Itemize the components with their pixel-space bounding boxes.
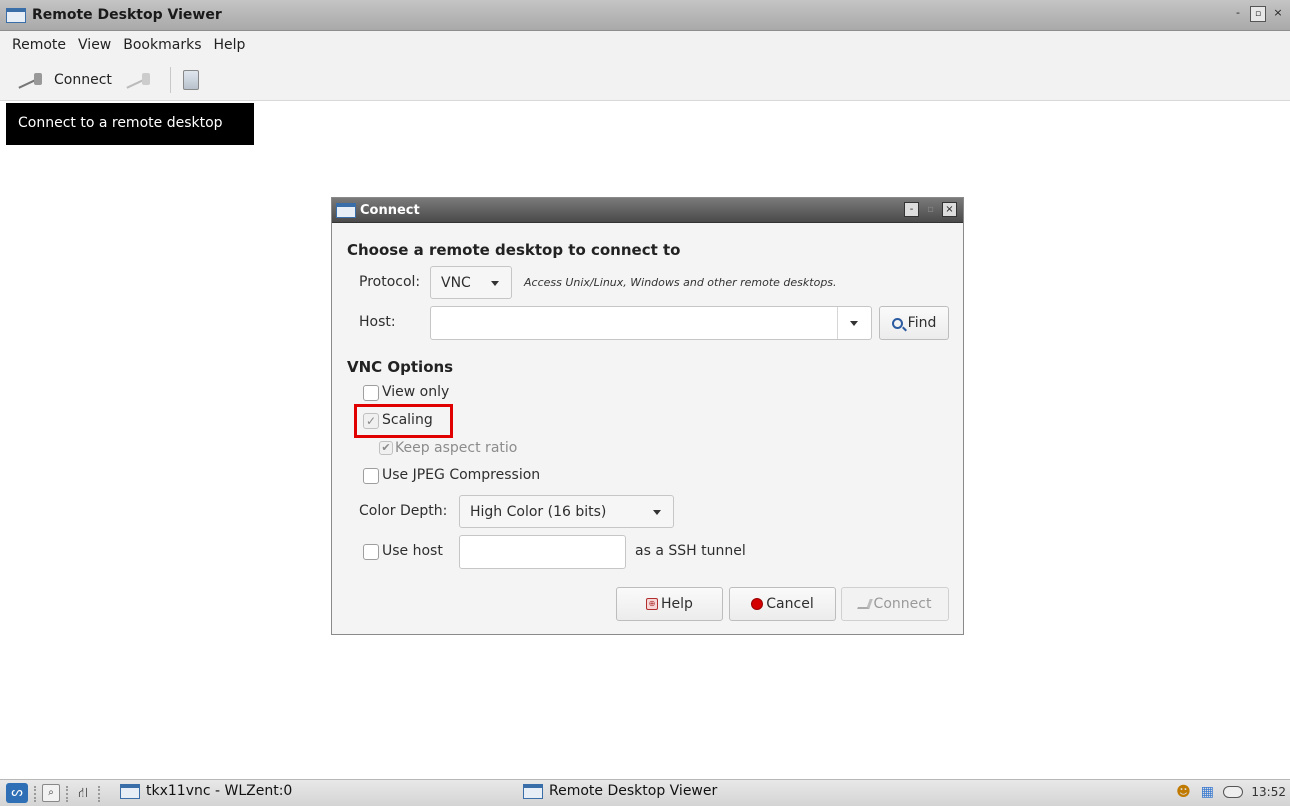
- use-host-label: Use host: [382, 543, 443, 559]
- jpeg-checkbox[interactable]: [363, 468, 379, 484]
- dialog-maximize-icon[interactable]: ▫: [923, 202, 938, 217]
- people-icon[interactable]: ☻: [1175, 784, 1191, 800]
- window-titlebar[interactable]: Remote Desktop Viewer - ▫ ×: [0, 0, 1290, 31]
- window-icon: [120, 783, 140, 799]
- search-icon[interactable]: ⌕: [42, 784, 60, 802]
- keep-aspect-checkbox[interactable]: ✔: [379, 441, 393, 455]
- color-depth-value: High Color (16 bits): [470, 503, 607, 520]
- taskbar-item-remote-desktop-viewer[interactable]: Remote Desktop Viewer: [523, 783, 717, 799]
- screenshot-icon: [182, 69, 199, 90]
- connect-toolbar-button[interactable]: Connect: [16, 71, 112, 89]
- connect-tooltip: Connect to a remote desktop: [6, 103, 254, 145]
- view-only-checkbox[interactable]: [363, 385, 379, 401]
- use-host-checkbox[interactable]: [363, 544, 379, 560]
- maximize-icon[interactable]: ▫: [1250, 6, 1266, 22]
- system-tray: ☻ ▦ 13:52: [1175, 784, 1286, 800]
- menu-remote[interactable]: Remote: [12, 37, 72, 53]
- screenshot-toolbar-button[interactable]: [182, 69, 199, 90]
- chevron-down-icon: [491, 280, 499, 286]
- view-only-label: View only: [382, 384, 450, 400]
- dialog-close-icon[interactable]: ×: [942, 202, 957, 217]
- menubar: Remote View Bookmarks Help: [0, 31, 1290, 59]
- search-icon: [891, 317, 903, 329]
- color-depth-label: Color Depth:: [359, 503, 448, 519]
- connect-button[interactable]: Connect: [841, 587, 949, 621]
- disconnect-toolbar-button[interactable]: [124, 71, 152, 89]
- taskbar-item-label: Remote Desktop Viewer: [549, 783, 718, 799]
- connect-button-label: Connect: [873, 596, 932, 612]
- dialog-minimize-icon[interactable]: -: [904, 202, 919, 217]
- network-icon[interactable]: ⛙: [74, 784, 92, 802]
- dialog-heading: Choose a remote desktop to connect to: [347, 241, 681, 259]
- dialog-window-icon: [336, 202, 356, 218]
- keep-aspect-label: Keep aspect ratio: [395, 440, 518, 456]
- start-menu-icon[interactable]: ᔕ: [6, 783, 28, 803]
- close-icon[interactable]: ×: [1270, 6, 1286, 22]
- scaling-highlight-box: [354, 404, 453, 438]
- toolbar-separator: [169, 66, 171, 93]
- app-window-icon: [6, 7, 26, 23]
- taskbar-item-tkx11vnc[interactable]: tkx11vnc - WLZent:0: [120, 783, 292, 799]
- dialog-titlebar[interactable]: Connect - ▫ ×: [332, 198, 963, 223]
- host-history-dropdown[interactable]: [837, 307, 871, 339]
- chevron-down-icon: [850, 321, 858, 326]
- minimize-icon[interactable]: -: [1230, 6, 1246, 22]
- help-button-label: Help: [661, 596, 693, 612]
- workspace-switcher-icon[interactable]: ▦: [1199, 784, 1215, 800]
- taskbar-separator: [34, 786, 36, 802]
- protocol-dropdown[interactable]: VNC: [430, 266, 512, 299]
- help-icon: ⊕: [646, 598, 659, 610]
- ssh-tunnel-label: as a SSH tunnel: [635, 543, 746, 559]
- protocol-value: VNC: [441, 274, 471, 291]
- ssh-host-input[interactable]: [459, 535, 626, 569]
- color-depth-dropdown[interactable]: High Color (16 bits): [459, 495, 674, 528]
- protocol-label: Protocol:: [359, 274, 421, 290]
- plug-disconnect-icon: [124, 71, 152, 89]
- clock[interactable]: 13:52: [1251, 785, 1286, 799]
- taskbar-separator: [66, 786, 68, 802]
- cancel-button-label: Cancel: [766, 596, 814, 612]
- dialog-controls: - ▫ ×: [904, 202, 957, 217]
- host-label: Host:: [359, 314, 396, 330]
- find-button-label: Find: [907, 315, 937, 331]
- cancel-icon: [751, 598, 764, 610]
- menu-bookmarks[interactable]: Bookmarks: [123, 37, 207, 53]
- find-button[interactable]: Find: [879, 306, 949, 340]
- chevron-down-icon: [653, 509, 661, 515]
- taskbar-item-label: tkx11vnc - WLZent:0: [146, 783, 293, 799]
- toolbar: Connect: [0, 59, 1290, 101]
- window-controls: - ▫ ×: [1230, 6, 1286, 22]
- protocol-hint: Access Unix/Linux, Windows and other rem…: [524, 276, 837, 289]
- host-input[interactable]: [430, 306, 872, 340]
- plug-connect-icon: [16, 71, 44, 89]
- window-icon: [523, 783, 543, 799]
- plug-connect-icon: [856, 599, 873, 609]
- display-icon[interactable]: [1223, 786, 1244, 798]
- help-button[interactable]: ⊕ Help: [616, 587, 723, 621]
- taskbar: ᔕ ⌕ ⛙ tkx11vnc - WLZent:0 Remote Desktop…: [0, 779, 1290, 806]
- cancel-button[interactable]: Cancel: [729, 587, 836, 621]
- menu-view[interactable]: View: [78, 37, 117, 53]
- window-title: Remote Desktop Viewer: [32, 7, 222, 23]
- connect-toolbar-label: Connect: [54, 71, 112, 88]
- dialog-title: Connect: [360, 202, 420, 218]
- taskbar-separator: [98, 786, 100, 802]
- jpeg-label: Use JPEG Compression: [382, 467, 541, 483]
- vnc-options-heading: VNC Options: [347, 358, 454, 376]
- menu-help[interactable]: Help: [213, 37, 251, 53]
